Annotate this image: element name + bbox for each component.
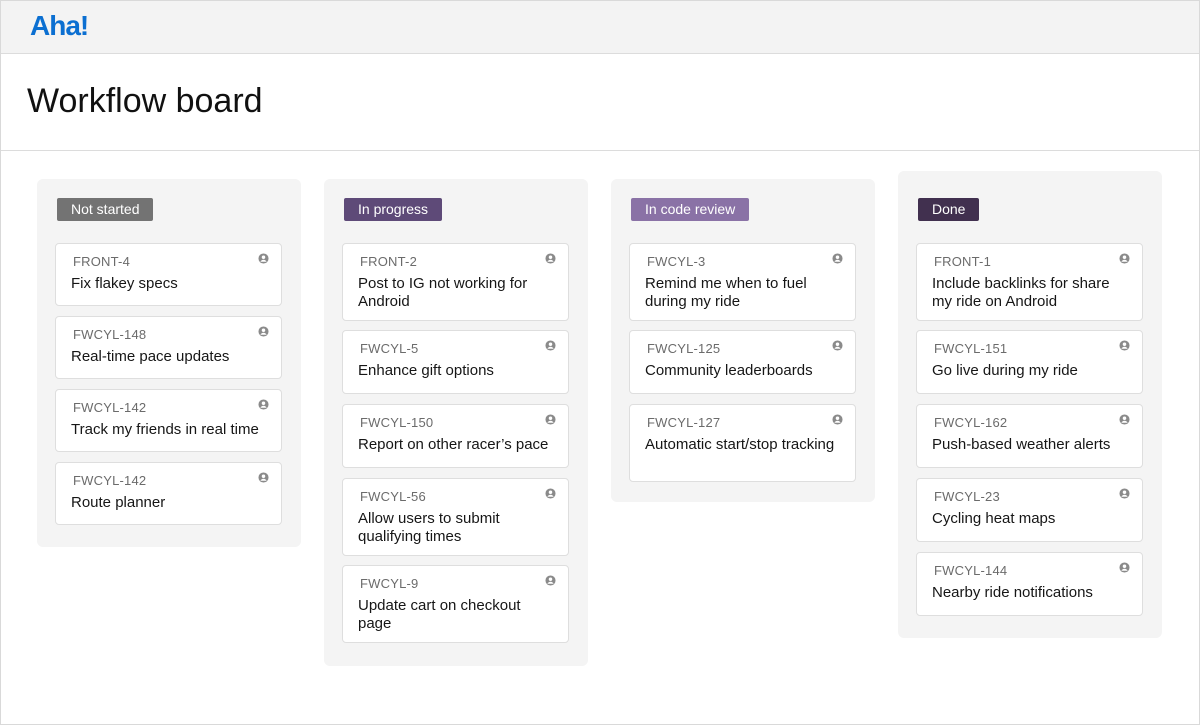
user-icon <box>545 340 556 351</box>
status-badge-done: Done <box>918 198 979 221</box>
column-in-code-review: In code review FWCYL-3 Remind me when to… <box>611 179 875 502</box>
column-not-started: Not started FRONT-4 Fix flakey specs FWC… <box>37 179 301 547</box>
card-id: FRONT-4 <box>73 254 130 269</box>
card[interactable]: FWCYL-144 Nearby ride notifications <box>916 552 1143 616</box>
card-title: Include backlinks for share my ride on A… <box>932 275 1128 311</box>
user-icon <box>1119 253 1130 264</box>
user-icon <box>545 414 556 425</box>
card[interactable]: FWCYL-151 Go live during my ride <box>916 330 1143 394</box>
status-badge-in-code-review: In code review <box>631 198 749 221</box>
column-done: Done FRONT-1 Include backlinks for share… <box>898 171 1162 638</box>
card-id: FWCYL-3 <box>647 254 705 269</box>
card-id: FWCYL-162 <box>934 415 1007 430</box>
card-id: FWCYL-144 <box>934 563 1007 578</box>
card-id: FWCYL-56 <box>360 489 426 504</box>
user-icon <box>832 414 843 425</box>
card[interactable]: FWCYL-162 Push-based weather alerts <box>916 404 1143 468</box>
user-icon <box>1119 562 1130 573</box>
card-title: Remind me when to fuel during my ride <box>645 275 841 311</box>
card-title: Push-based weather alerts <box>932 436 1128 454</box>
user-icon <box>1119 340 1130 351</box>
card-title: Track my friends in real time <box>71 421 267 439</box>
user-icon <box>832 340 843 351</box>
card-id: FRONT-2 <box>360 254 417 269</box>
card-title: Fix flakey specs <box>71 275 267 293</box>
card-id: FWCYL-151 <box>934 341 1007 356</box>
card[interactable]: FWCYL-56 Allow users to submit qualifyin… <box>342 478 569 556</box>
card-title: Report on other racer’s pace <box>358 436 554 454</box>
card-id: FWCYL-23 <box>934 489 1000 504</box>
user-icon <box>545 253 556 264</box>
user-icon <box>1119 414 1130 425</box>
card-id: FWCYL-125 <box>647 341 720 356</box>
card-id: FWCYL-142 <box>73 473 146 488</box>
user-icon <box>258 253 269 264</box>
status-badge-not-started: Not started <box>57 198 153 221</box>
card-title: Go live during my ride <box>932 362 1128 380</box>
card-title: Allow users to submit qualifying times <box>358 510 554 546</box>
user-icon <box>832 253 843 264</box>
card-title: Update cart on checkout page <box>358 597 554 633</box>
user-icon <box>1119 488 1130 499</box>
card-title: Cycling heat maps <box>932 510 1128 528</box>
card-title: Community leaderboards <box>645 362 841 380</box>
card-id: FWCYL-5 <box>360 341 418 356</box>
card-title: Post to IG not working for Android <box>358 275 554 311</box>
card[interactable]: FWCYL-150 Report on other racer’s pace <box>342 404 569 468</box>
card[interactable]: FWCYL-127 Automatic start/stop tracking <box>629 404 856 482</box>
user-icon <box>545 488 556 499</box>
card[interactable]: FWCYL-9 Update cart on checkout page <box>342 565 569 643</box>
card[interactable]: FWCYL-148 Real-time pace updates <box>55 316 282 379</box>
card-title: Nearby ride notifications <box>932 584 1128 602</box>
user-icon <box>258 326 269 337</box>
top-bar: Aha! <box>1 1 1199 54</box>
card[interactable]: FRONT-1 Include backlinks for share my r… <box>916 243 1143 321</box>
card-id: FWCYL-127 <box>647 415 720 430</box>
card[interactable]: FRONT-4 Fix flakey specs <box>55 243 282 306</box>
aha-logo[interactable]: Aha! <box>30 10 88 42</box>
card[interactable]: FWCYL-5 Enhance gift options <box>342 330 569 394</box>
card[interactable]: FRONT-2 Post to IG not working for Andro… <box>342 243 569 321</box>
column-in-progress: In progress FRONT-2 Post to IG not worki… <box>324 179 588 666</box>
user-icon <box>545 575 556 586</box>
card-id: FWCYL-150 <box>360 415 433 430</box>
user-icon <box>258 399 269 410</box>
card[interactable]: FWCYL-3 Remind me when to fuel during my… <box>629 243 856 321</box>
status-badge-in-progress: In progress <box>344 198 442 221</box>
card[interactable]: FWCYL-23 Cycling heat maps <box>916 478 1143 542</box>
card[interactable]: FWCYL-125 Community leaderboards <box>629 330 856 394</box>
card-id: FRONT-1 <box>934 254 991 269</box>
card-title: Enhance gift options <box>358 362 554 380</box>
page-title: Workflow board <box>27 82 263 121</box>
card-title: Route planner <box>71 494 267 512</box>
card[interactable]: FWCYL-142 Route planner <box>55 462 282 525</box>
card-title: Real-time pace updates <box>71 348 267 366</box>
user-icon <box>258 472 269 483</box>
card-id: FWCYL-142 <box>73 400 146 415</box>
card[interactable]: FWCYL-142 Track my friends in real time <box>55 389 282 452</box>
card-title: Automatic start/stop tracking <box>645 436 841 454</box>
card-id: FWCYL-9 <box>360 576 418 591</box>
title-bar: Workflow board <box>1 54 1199 151</box>
card-id: FWCYL-148 <box>73 327 146 342</box>
